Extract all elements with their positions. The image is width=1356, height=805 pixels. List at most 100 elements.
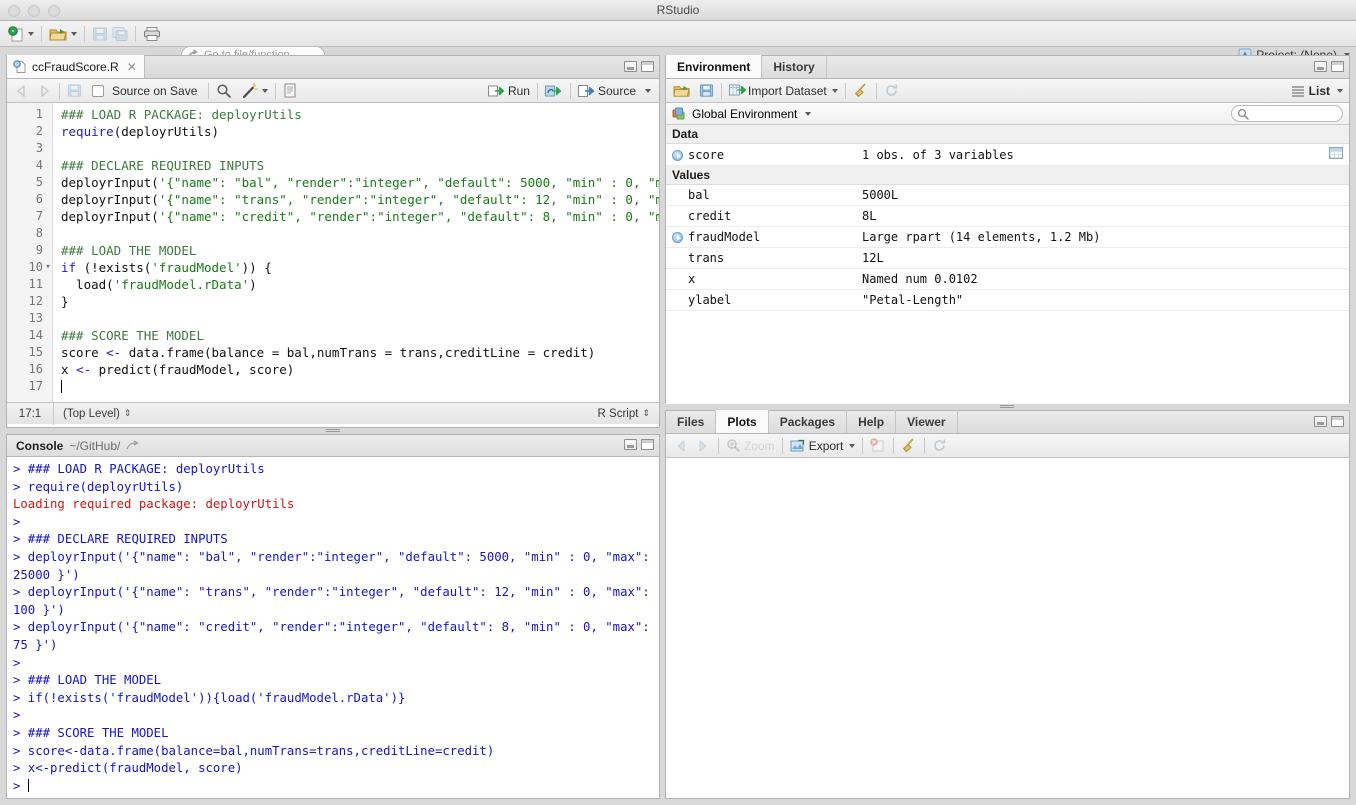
code-line[interactable]: 14### SCORE THE MODEL (7, 327, 659, 344)
code-line[interactable]: 5deployrInput('{"name": "bal", "render":… (7, 174, 659, 191)
tab-files[interactable]: Files (666, 410, 716, 433)
fold-toggle-icon[interactable]: ▾ (43, 259, 53, 276)
environment-row[interactable]: fraudModelLarge rpart (14 elements, 1.2 … (666, 227, 1349, 248)
filetype-stepper-icon[interactable]: ⇕ (642, 409, 650, 418)
files-maximize-icon[interactable] (1331, 416, 1344, 427)
environment-row[interactable]: score1 obs. of 3 variables (666, 144, 1349, 166)
environment-list[interactable]: Datascore1 obs. of 3 variablesValuesbal5… (666, 125, 1349, 404)
save-all-button[interactable] (110, 24, 130, 44)
environment-search-input[interactable] (1231, 105, 1343, 122)
code-line[interactable]: 16x <- predict(fraudModel, score) (7, 361, 659, 378)
code-line[interactable]: 17 (7, 378, 659, 395)
tab-plots[interactable]: Plots (716, 410, 768, 433)
filetype-selector[interactable]: R Script ⇕ (589, 403, 659, 425)
view-dataframe-icon[interactable] (1329, 147, 1343, 159)
open-directory-icon[interactable] (126, 440, 140, 452)
horizontal-splitter-right[interactable] (1000, 405, 1014, 408)
compile-notebook-button[interactable] (281, 81, 299, 101)
magic-wand-icon (242, 83, 259, 99)
toolbar-separator-2 (84, 26, 85, 42)
tab-history[interactable]: History (762, 55, 826, 78)
load-workspace-button[interactable] (671, 81, 693, 101)
source-button[interactable]: Source (576, 81, 653, 101)
editor-code-lines[interactable]: 1### LOAD R PACKAGE: deployrUtils2requir… (7, 103, 659, 402)
expand-object-icon[interactable] (672, 232, 683, 243)
environment-scope-caret-icon[interactable] (805, 112, 811, 116)
code-tools-caret-icon[interactable] (262, 89, 268, 93)
plots-back-button[interactable] (671, 436, 692, 456)
open-file-button[interactable] (47, 24, 79, 44)
save-workspace-button[interactable] (697, 81, 716, 101)
environment-row[interactable]: trans12L (666, 248, 1349, 269)
code-line[interactable]: 11 load('fraudModel.rData') (7, 276, 659, 293)
files-minimize-icon[interactable] (1314, 416, 1327, 427)
plots-export-button[interactable]: Export (788, 436, 858, 456)
environment-row[interactable]: bal5000L (666, 185, 1349, 206)
source-caret-icon[interactable] (645, 89, 651, 93)
editor-save-button[interactable] (65, 81, 84, 101)
code-line[interactable]: 8 (7, 225, 659, 242)
source-minimize-icon[interactable] (624, 61, 637, 72)
console-minimize-icon[interactable] (624, 439, 637, 450)
clear-objects-button[interactable] (851, 81, 871, 101)
environment-row[interactable]: xNamed num 0.0102 (666, 269, 1349, 290)
code-line[interactable]: 13 (7, 310, 659, 327)
plots-display-area[interactable] (666, 458, 1349, 798)
environment-row[interactable]: credit8L (666, 206, 1349, 227)
run-button[interactable]: Run (486, 81, 532, 101)
code-line[interactable]: 9### LOAD THE MODEL (7, 242, 659, 259)
code-editor[interactable]: 1### LOAD R PACKAGE: deployrUtils2requir… (7, 103, 659, 402)
code-line[interactable]: 3 (7, 140, 659, 157)
close-tab-icon[interactable]: ✕ (127, 60, 137, 74)
plots-forward-button[interactable] (692, 436, 713, 456)
refresh-environment-button[interactable] (882, 81, 901, 101)
code-line[interactable]: 4### DECLARE REQUIRED INPUTS (7, 157, 659, 174)
environment-row[interactable]: ylabel"Petal-Length" (666, 290, 1349, 311)
horizontal-splitter-left[interactable] (326, 429, 340, 432)
code-line[interactable]: 10▾if (!exists('fraudModel')) { (7, 259, 659, 276)
code-line-text: deployrInput('{"name": "credit", "render… (53, 208, 659, 225)
tab-viewer[interactable]: Viewer (896, 410, 957, 433)
source-file-tab[interactable]: R ccFraudScore.R ✕ (7, 55, 145, 78)
editor-forward-button[interactable] (34, 81, 54, 101)
find-replace-button[interactable] (214, 81, 234, 101)
clear-plots-button[interactable] (899, 436, 919, 456)
environment-minimize-icon[interactable] (1314, 61, 1327, 72)
view-mode-caret-icon[interactable] (1337, 89, 1343, 93)
code-line[interactable]: 2require(deployrUtils) (7, 123, 659, 140)
plots-refresh-button[interactable] (930, 436, 949, 456)
code-line[interactable]: 6deployrInput('{"name": "trans", "render… (7, 191, 659, 208)
code-line[interactable]: 7deployrInput('{"name": "credit", "rende… (7, 208, 659, 225)
new-file-button[interactable] (6, 24, 36, 44)
new-file-caret-icon[interactable] (28, 32, 34, 36)
import-dataset-button[interactable]: Import Dataset (727, 81, 840, 101)
source-maximize-icon[interactable] (641, 61, 654, 72)
print-button[interactable] (141, 24, 163, 44)
import-dataset-caret-icon[interactable] (832, 89, 838, 93)
remove-plot-button[interactable] (868, 436, 888, 456)
code-tools-button[interactable] (240, 81, 270, 101)
open-file-caret-icon[interactable] (71, 32, 77, 36)
source-on-save-checkbox[interactable]: Source on Save (90, 81, 199, 101)
save-button[interactable] (90, 24, 110, 44)
code-line[interactable]: 15score <- data.frame(balance = bal,numT… (7, 344, 659, 361)
environment-row-action[interactable] (1323, 144, 1349, 166)
plots-export-caret-icon[interactable] (849, 444, 855, 448)
scope-selector[interactable]: (Top Level) ⇕ (54, 403, 140, 425)
tab-help[interactable]: Help (847, 410, 896, 433)
console-maximize-icon[interactable] (641, 439, 654, 450)
tab-environment[interactable]: Environment (666, 55, 762, 78)
code-line[interactable]: 12} (7, 293, 659, 310)
scope-stepper-icon[interactable]: ⇕ (124, 409, 132, 418)
tab-packages[interactable]: Packages (769, 410, 847, 433)
rerun-button[interactable] (543, 81, 565, 101)
expand-object-icon[interactable] (672, 150, 683, 161)
plots-zoom-button[interactable]: Zoom (724, 436, 777, 456)
code-line[interactable]: 1### LOAD R PACKAGE: deployrUtils (7, 106, 659, 123)
console-line: > deployrInput('{"name": "trans", "rende… (13, 584, 653, 619)
environment-maximize-icon[interactable] (1331, 61, 1344, 72)
checkbox-icon[interactable] (92, 85, 104, 97)
environment-object-value: 5000L (856, 185, 1323, 206)
console-output[interactable]: > ### LOAD R PACKAGE: deployrUtils> requ… (7, 457, 659, 798)
editor-back-button[interactable] (12, 81, 32, 101)
